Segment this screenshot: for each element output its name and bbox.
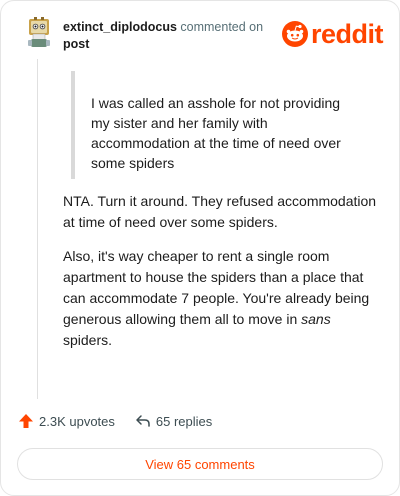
reply-arrow-icon	[136, 415, 150, 427]
comment-paragraph-2-emphasis: sans	[301, 311, 331, 327]
reply-count: 65 replies	[155, 413, 213, 429]
comment-footer: 2.3K upvotes 65 replies	[18, 413, 232, 429]
reddit-logo[interactable]: reddit	[281, 19, 384, 49]
username-link[interactable]: extinct_diplodocus	[63, 20, 177, 34]
view-comments-button[interactable]: View 65 comments	[17, 448, 383, 480]
reddit-wordmark: reddit	[310, 19, 384, 49]
reddit-snoo-icon	[281, 21, 308, 47]
comment-paragraph-2: Also, it's way cheaper to rent a single …	[63, 246, 381, 351]
upvote-button[interactable]: 2.3K upvotes	[18, 413, 115, 429]
comment-paragraph-1: NTA. Turn it around. They refused accomm…	[63, 193, 377, 230]
replies-button[interactable]: 65 replies	[135, 413, 212, 429]
comment-meta: extinct_diplodocus commented on post	[63, 19, 263, 53]
snoo-avatar-icon	[28, 17, 50, 47]
comment-card: extinct_diplodocus commented on post red…	[0, 0, 400, 496]
upvote-arrow-icon	[19, 414, 33, 428]
post-link[interactable]: post	[63, 36, 263, 53]
comment-paragraph-2-text-b: spiders.	[63, 332, 113, 348]
avatar[interactable]	[23, 17, 55, 49]
thread-line	[37, 59, 38, 399]
action-text: commented on	[180, 20, 264, 34]
upvote-count: 2.3K upvotes	[39, 413, 115, 429]
quote-text: I was called an asshole for not providin…	[91, 95, 341, 171]
quote-block: I was called an asshole for not providin…	[71, 71, 361, 179]
comment-body: NTA. Turn it around. They refused accomm…	[63, 191, 381, 364]
